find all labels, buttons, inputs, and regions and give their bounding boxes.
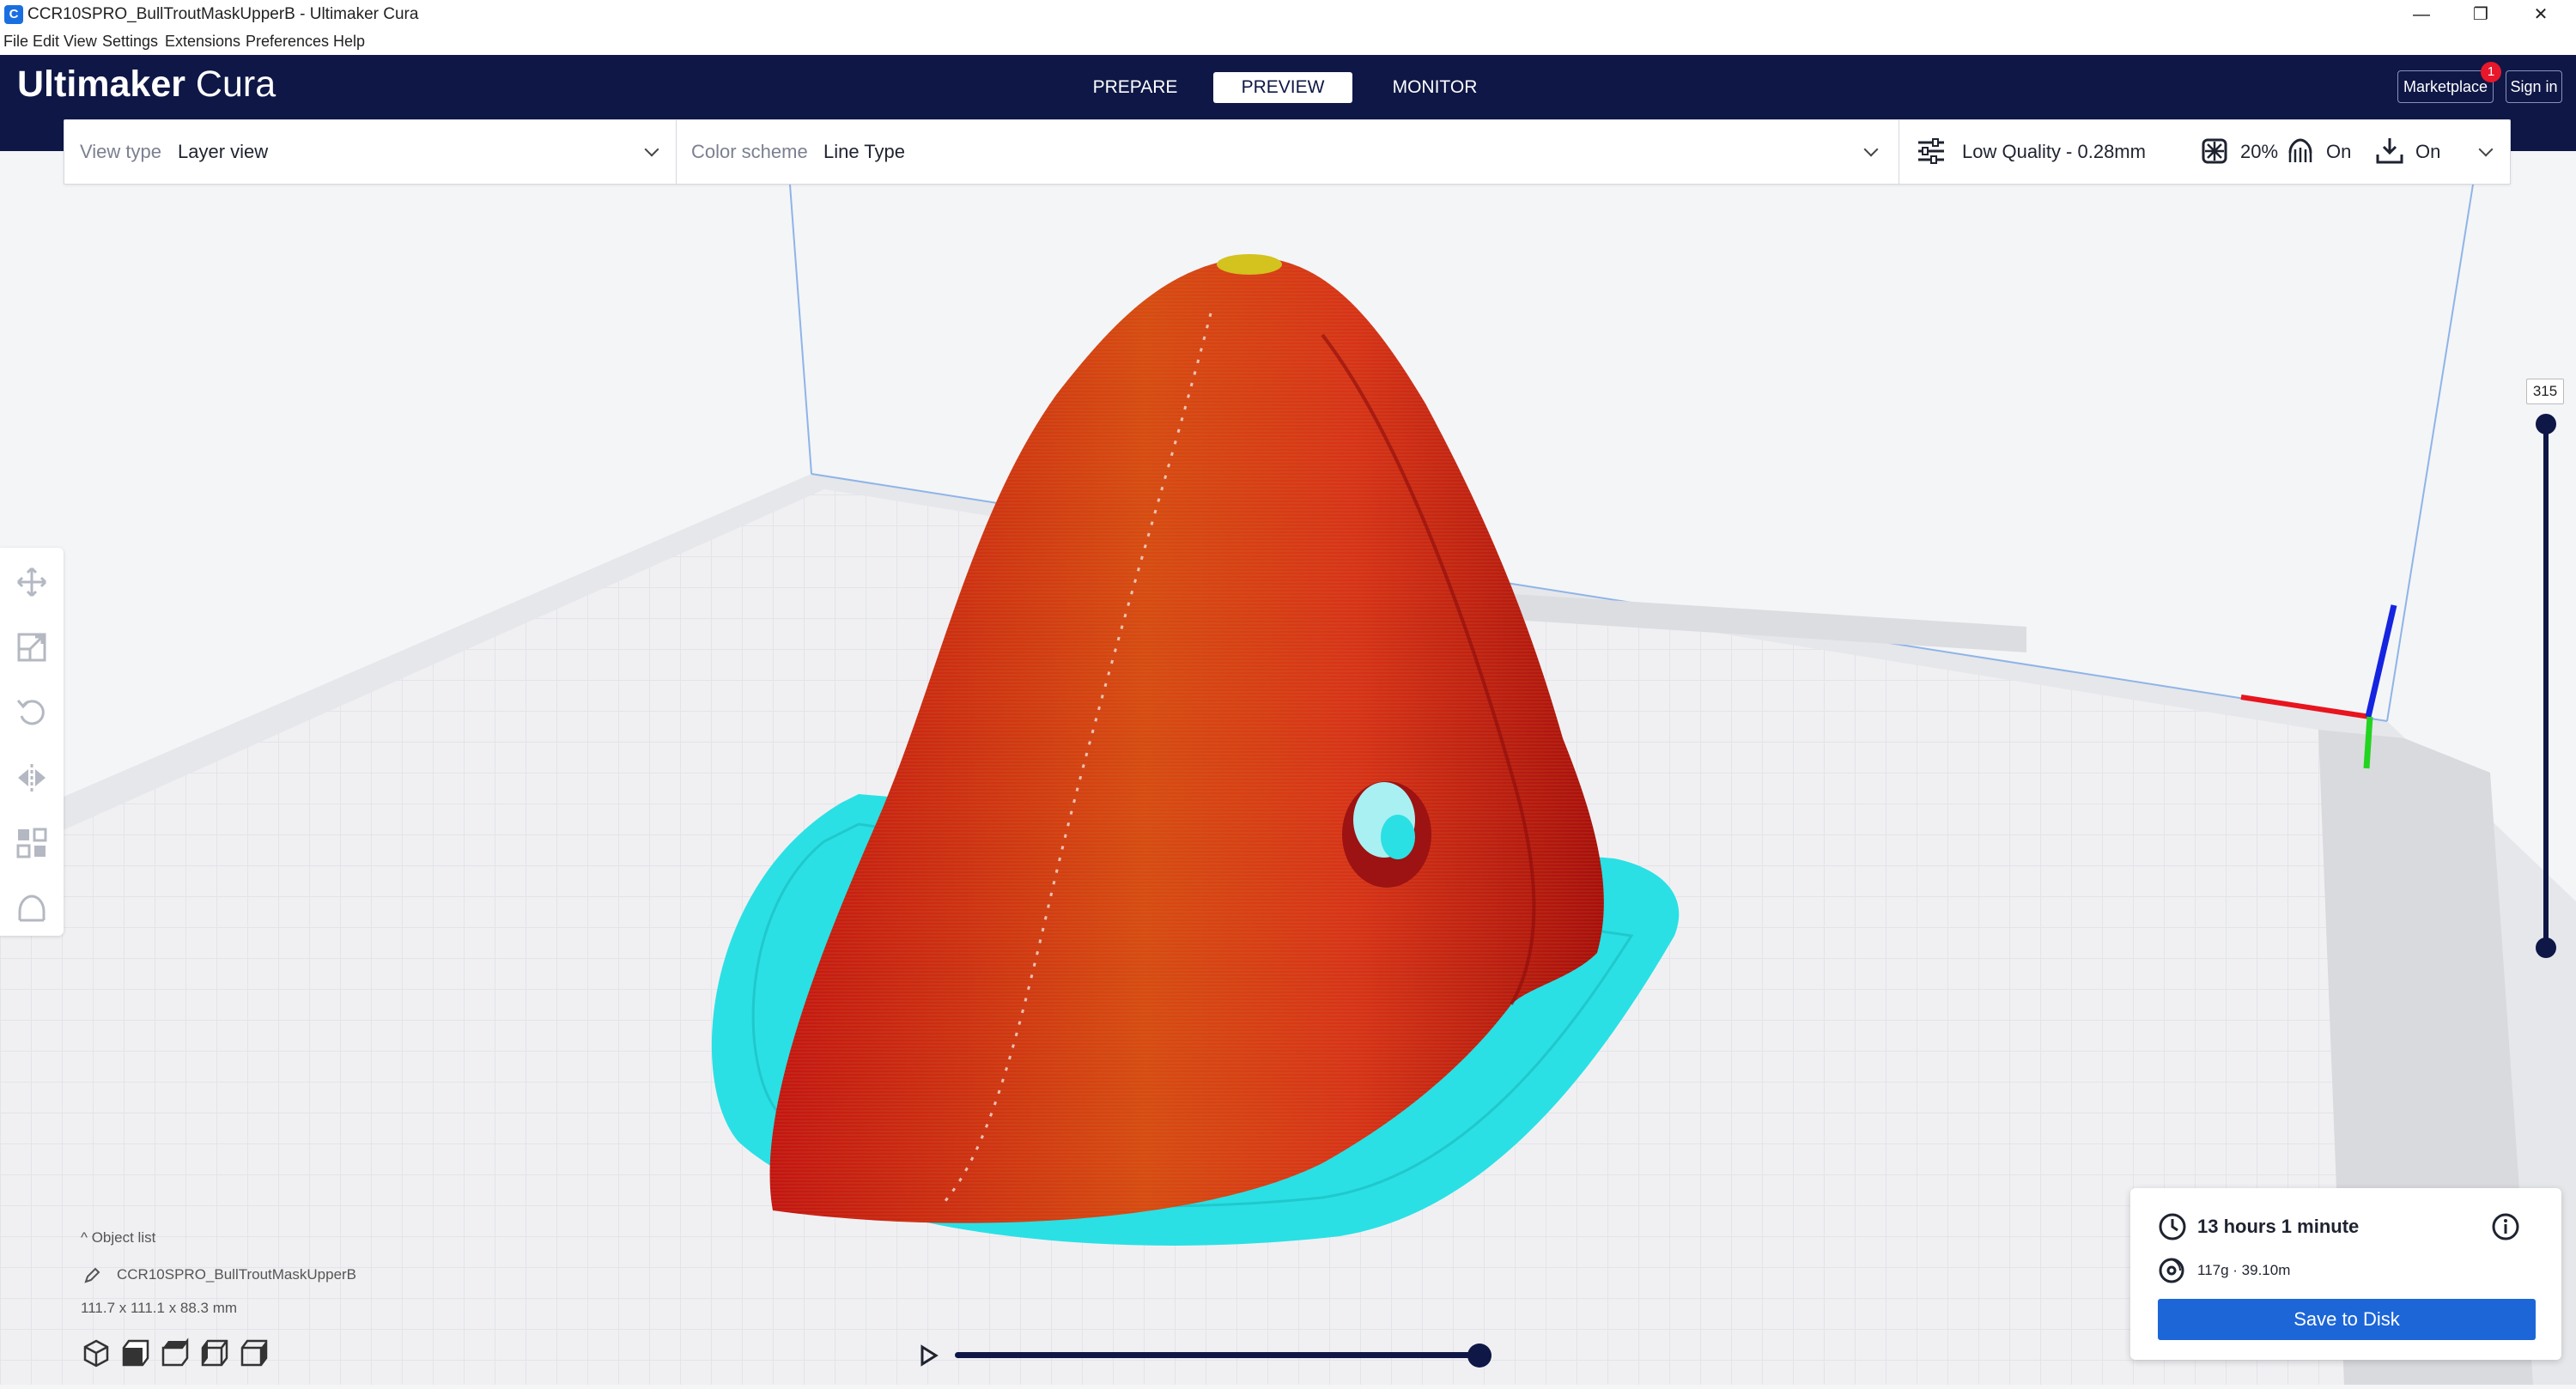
clock-icon (2159, 1213, 2186, 1240)
restore-button[interactable]: ❐ (2451, 0, 2511, 29)
print-time: 13 hours 1 minute (2197, 1216, 2360, 1237)
menu-settings[interactable]: Settings (102, 33, 158, 51)
marketplace-button[interactable]: Marketplace (2397, 70, 2494, 103)
pencil-icon[interactable] (82, 1266, 101, 1285)
support-blocker-icon[interactable] (15, 891, 49, 925)
color-scheme-label: Color scheme (691, 141, 808, 162)
simulation-slider-track[interactable] (955, 1352, 1484, 1358)
chevron-up-icon: ^ (81, 1229, 92, 1246)
window-title: CCR10SPRO_BullTroutMaskUpperB - Ultimake… (27, 5, 419, 23)
left-toolbar (0, 548, 64, 936)
support-value[interactable]: On (2326, 141, 2351, 163)
per-model-settings-icon[interactable] (15, 826, 49, 860)
menu-edit[interactable]: Edit (33, 33, 59, 51)
right-view-icon[interactable] (239, 1337, 270, 1368)
layer-slider-track[interactable] (2543, 424, 2549, 948)
left-view-icon[interactable] (199, 1337, 230, 1368)
tab-monitor[interactable]: MONITOR (1378, 72, 1492, 103)
3d-view-icon[interactable] (81, 1337, 112, 1368)
mirror-icon[interactable] (15, 761, 49, 795)
material-usage: 117g · 39.10m (2197, 1262, 2291, 1278)
view-toolbar: View type Layer view Color scheme Line T… (64, 119, 2511, 185)
simulation-slider-handle[interactable] (1467, 1344, 1492, 1368)
color-scheme-chevron-down-icon[interactable] (1863, 142, 1879, 157)
menu-extensions[interactable]: Extensions (165, 33, 240, 51)
layer-slider-upper-handle[interactable] (2536, 414, 2556, 434)
menu-view[interactable]: View (64, 33, 97, 51)
save-to-disk-button[interactable]: Save to Disk (2158, 1299, 2536, 1340)
tab-preview[interactable]: PREVIEW (1213, 72, 1352, 103)
color-scheme-value[interactable]: Line Type (823, 141, 905, 163)
adhesion-icon (2376, 138, 2403, 164)
print-information-panel: 13 hours 1 minute 117g · 39.10m Save to … (2130, 1188, 2561, 1360)
infill-value[interactable]: 20% (2240, 141, 2278, 163)
play-icon[interactable] (915, 1343, 941, 1368)
print-settings-chevron-down-icon[interactable] (2478, 142, 2494, 157)
filament-spool-icon (2159, 1258, 2184, 1283)
minimize-button[interactable]: — (2391, 0, 2451, 29)
quality-profile[interactable]: Low Quality - 0.28mm (1962, 141, 2146, 163)
tab-prepare[interactable]: PREPARE (1081, 72, 1189, 103)
close-button[interactable]: ✕ (2511, 0, 2571, 29)
object-dimensions: 111.7 x 111.1 x 88.3 mm (81, 1300, 238, 1316)
scale-icon[interactable] (15, 630, 49, 664)
print-settings-icon[interactable] (1916, 136, 1947, 167)
current-layer-label[interactable]: 315 (2526, 379, 2564, 404)
title-bar: C CCR10SPRO_BullTroutMaskUpperB - Ultima… (0, 0, 2576, 29)
view-type-label: View type (80, 141, 161, 162)
menu-preferences[interactable]: Preferences (246, 33, 329, 51)
support-icon (2288, 138, 2312, 162)
top-view-icon[interactable] (160, 1337, 191, 1368)
sign-in-button[interactable]: Sign in (2506, 70, 2562, 103)
view-type-value[interactable]: Layer view (178, 141, 268, 163)
menu-bar: File Edit View Settings Extensions Prefe… (0, 29, 2576, 55)
ultimaker-cura-logo: Ultimaker Cura (17, 64, 276, 105)
info-icon[interactable] (2491, 1212, 2520, 1241)
view-type-chevron-down-icon[interactable] (644, 142, 659, 157)
object-list-toggle[interactable]: ^ Object list (81, 1229, 155, 1246)
object-name[interactable]: CCR10SPRO_BullTroutMaskUpperB (117, 1266, 356, 1283)
layer-slider-lower-handle[interactable] (2536, 937, 2556, 958)
rotate-icon[interactable] (15, 695, 49, 730)
marketplace-notification-badge: 1 (2481, 62, 2501, 82)
menu-help[interactable]: Help (333, 33, 365, 51)
adhesion-value[interactable]: On (2415, 141, 2440, 163)
move-icon[interactable] (15, 565, 49, 599)
infill-icon (2202, 138, 2227, 164)
front-view-icon[interactable] (120, 1337, 151, 1368)
cura-app-icon: C (4, 5, 23, 24)
menu-file[interactable]: File (3, 33, 28, 51)
